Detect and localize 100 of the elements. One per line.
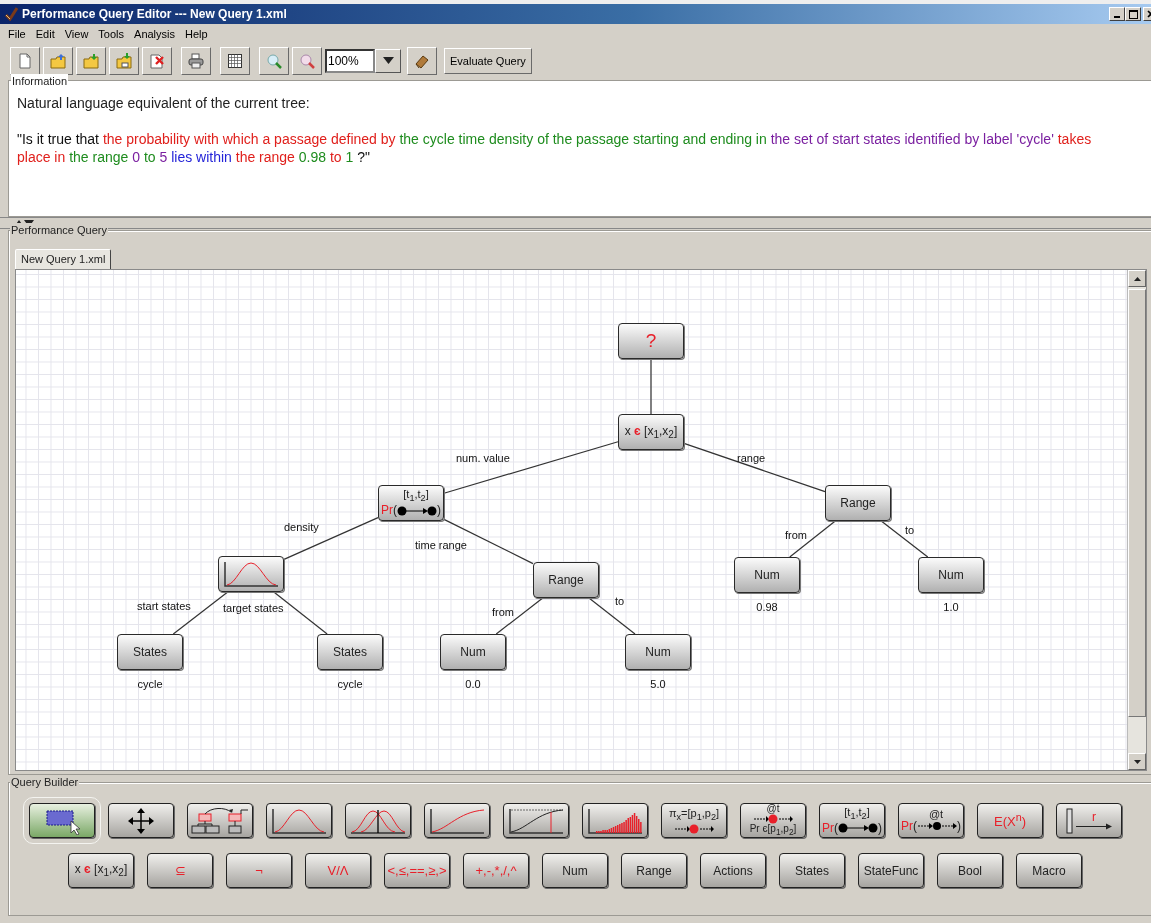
palette-button[interactable]: Range [621, 853, 687, 888]
page-cross-icon [149, 52, 165, 69]
tree-node[interactable]: Num [918, 557, 984, 593]
palette-button[interactable]: States [779, 853, 845, 888]
tree-node[interactable]: Num [440, 634, 506, 670]
caret-up-icon [1133, 276, 1141, 281]
toolbar-button[interactable] [407, 46, 437, 75]
bell-curve-icon [270, 806, 328, 835]
edge-label: range [737, 452, 766, 465]
caret-icon [382, 57, 394, 64]
palette-button[interactable] [108, 803, 174, 838]
tree-node[interactable] [218, 556, 284, 592]
menu-item[interactable]: Help [180, 26, 213, 42]
tree-node[interactable]: x є [x$_{1}$,x$_{2}$] [618, 414, 684, 450]
toolbar-button[interactable] [109, 46, 139, 75]
palette-button[interactable]: @t Pr( ) [898, 803, 964, 838]
scroll-up-button[interactable] [1128, 270, 1146, 287]
edge-label: from [492, 606, 514, 619]
node-value: cycle [337, 678, 363, 691]
palette-button[interactable] [266, 803, 332, 838]
histogram-icon [586, 806, 644, 835]
edge-label: time range [415, 539, 467, 552]
tree-node[interactable]: Range [825, 485, 891, 521]
scroll-down-button[interactable] [1128, 753, 1146, 770]
s-curve-icon [507, 806, 565, 835]
folder-icon [116, 52, 132, 69]
menu-item[interactable]: File [3, 26, 31, 42]
dotted-arrows-icon [753, 814, 793, 824]
magnifier-icon [266, 52, 282, 69]
zoom-field[interactable]: 100% [325, 48, 375, 73]
node-value: 0.0 [465, 678, 481, 691]
tree-node[interactable]: Range [533, 562, 599, 598]
node-value: 5.0 [650, 678, 666, 691]
bar-icon [1066, 806, 1074, 835]
edge-label: target states [223, 602, 284, 615]
palette-button[interactable]: Macro [1016, 853, 1082, 888]
panel-title: Query Builder [10, 775, 80, 789]
move-arrows-icon [126, 806, 156, 835]
palette-button[interactable]: π$_{x}$=[p$_{1}$,p$_{2}$] [661, 803, 727, 838]
maximize-icon [1128, 9, 1138, 19]
tree-node[interactable]: States [117, 634, 183, 670]
s-curve-icon [428, 806, 486, 835]
palette-button[interactable] [187, 803, 253, 838]
toolbar-button[interactable] [259, 46, 289, 75]
toolbar-button[interactable] [181, 46, 211, 75]
printer-icon [188, 52, 204, 69]
palette-button[interactable]: x є [x$_{1}$,x$_{2}$] [68, 853, 134, 888]
toolbar-button[interactable] [76, 46, 106, 75]
query-sentence: "Is it true that the probability with which a passage defined by the cycle time density of the passage starting and ending in the set of start states identified by label 'cycle' takes place in the range 0 to 5 lies within the range 0.98 to 1 ?" [17, 130, 1093, 166]
palette-button[interactable]: Num [542, 853, 608, 888]
menu-item[interactable]: Analysis [129, 26, 180, 42]
edge-label: start states [137, 600, 191, 613]
arrow-icon [1076, 822, 1112, 830]
tree-diagram-icon [191, 806, 249, 835]
page-icon [17, 52, 33, 69]
edge-line [588, 597, 636, 635]
menu-item[interactable]: Tools [93, 26, 130, 42]
dot-arrow-icon [397, 504, 437, 517]
window-title: Performance Query Editor --- New Query 1.xml [22, 7, 288, 21]
panel-title: Performance Query [10, 223, 108, 237]
tree-node[interactable]: Num [625, 634, 691, 670]
palette-button[interactable] [582, 803, 648, 838]
toolbar-button[interactable] [292, 46, 322, 75]
toolbar-button[interactable] [142, 46, 172, 75]
info-heading: Natural language equivalent of the current tree: [17, 95, 311, 111]
edge-label: to [615, 595, 625, 608]
toolbar-button[interactable] [10, 46, 40, 75]
palette-button[interactable]: Actions [700, 853, 766, 888]
edge-line [880, 520, 929, 558]
tree-node[interactable]: [t$_{1}$,t$_{2}$] Pr( ) [378, 485, 444, 521]
palette-button[interactable] [424, 803, 490, 838]
edge-label: density [284, 521, 319, 534]
tab[interactable]: New Query 1.xml [15, 249, 112, 269]
menu-item[interactable]: Edit [30, 26, 60, 42]
node-value: 1.0 [943, 601, 959, 614]
maximize-button[interactable] [1125, 7, 1141, 21]
tree-node[interactable]: Num [734, 557, 800, 593]
toolbar-button[interactable] [220, 46, 250, 75]
scrollbar-thumb[interactable] [1128, 289, 1146, 717]
dropdown-button[interactable] [375, 48, 401, 73]
panel-title: Information [11, 74, 69, 88]
folder-icon [83, 52, 99, 69]
palette-button[interactable] [345, 803, 411, 838]
palette-button[interactable]: StateFunc [858, 853, 924, 888]
palette-button[interactable]: [t$_{1}$,t$_{2}$] Pr( ) [819, 803, 885, 838]
dot-arrow-icon [838, 822, 878, 835]
menu-item[interactable]: View [59, 26, 94, 42]
node-value: cycle [137, 678, 163, 691]
palette-button[interactable]: Bool [937, 853, 1003, 888]
dotted-arrows-icon [917, 820, 957, 832]
caret-down-icon [1133, 759, 1141, 764]
grid-icon [227, 52, 243, 69]
evaluate-button[interactable]: Evaluate Query [444, 47, 532, 74]
node-value: 0.98 [756, 601, 778, 614]
palette-button[interactable] [503, 803, 569, 838]
toolbar-button[interactable] [43, 46, 73, 75]
palette-button[interactable]: @t Pr є[p$_{1}$,p$_{2}$] [740, 803, 806, 838]
bell-curve-icon [222, 560, 280, 588]
tree-node[interactable]: States [317, 634, 383, 670]
minimize-button[interactable] [1109, 7, 1125, 21]
